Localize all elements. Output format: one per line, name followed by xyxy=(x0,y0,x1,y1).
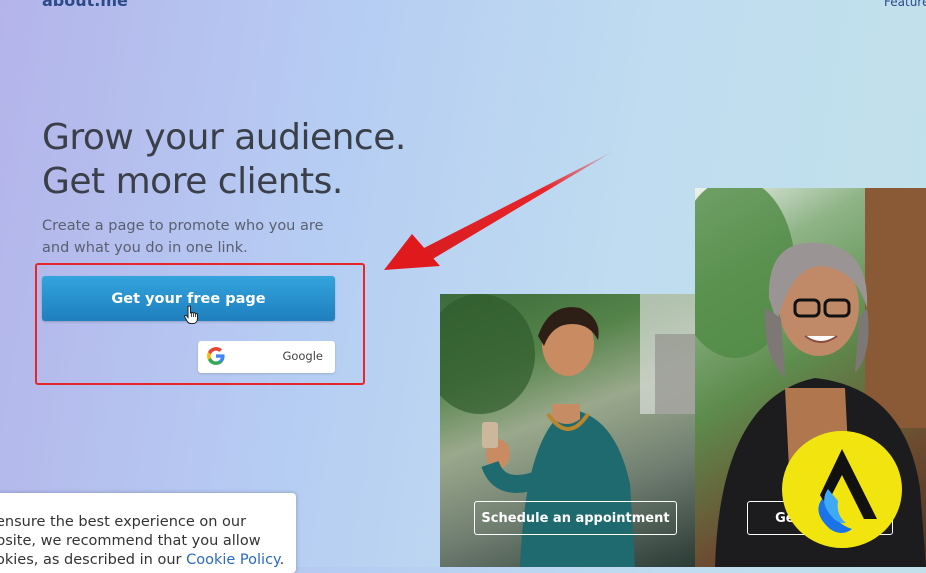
subtitle-line-2: and what you do in one link. xyxy=(42,240,248,256)
subtitle-line-1: Create a page to promote who you are xyxy=(42,218,324,234)
nav-features-link[interactable]: Features xyxy=(884,0,926,9)
cookie-banner: ensure the best experience on our bsite,… xyxy=(0,493,296,573)
headline-line-1: Grow your audience. xyxy=(42,117,406,158)
cookie-line-1: ensure the best experience on our xyxy=(0,514,247,530)
cookie-line-3-suffix: . xyxy=(279,552,285,568)
headline-line-2: Get more clients. xyxy=(42,161,343,202)
hand-cursor-icon xyxy=(184,305,198,324)
profile-photo-card-1: Schedule an appointment xyxy=(440,294,696,567)
google-g-icon xyxy=(207,347,225,365)
hero-headline: Grow your audience. Get more clients. xyxy=(42,116,406,204)
cookie-policy-link[interactable]: Cookie Policy xyxy=(186,552,279,568)
cookie-line-3: okies, as described in our Cookie Policy… xyxy=(0,551,284,570)
brand-badge-icon xyxy=(782,431,902,548)
google-signup-button[interactable]: Google xyxy=(198,341,335,373)
schedule-appointment-button[interactable]: Schedule an appointment xyxy=(474,501,677,535)
about-me-logo[interactable]: about.me xyxy=(42,0,128,10)
hero-subtitle: Create a page to promote who you are and… xyxy=(42,215,342,259)
cookie-line-3-prefix: okies, as described in our xyxy=(0,552,187,568)
google-button-label: Google xyxy=(282,349,323,363)
red-arrow-annotation xyxy=(384,152,612,270)
cookie-text: ensure the best experience on our bsite,… xyxy=(0,513,284,570)
cookie-line-2: bsite, we recommend that you allow xyxy=(0,533,261,549)
